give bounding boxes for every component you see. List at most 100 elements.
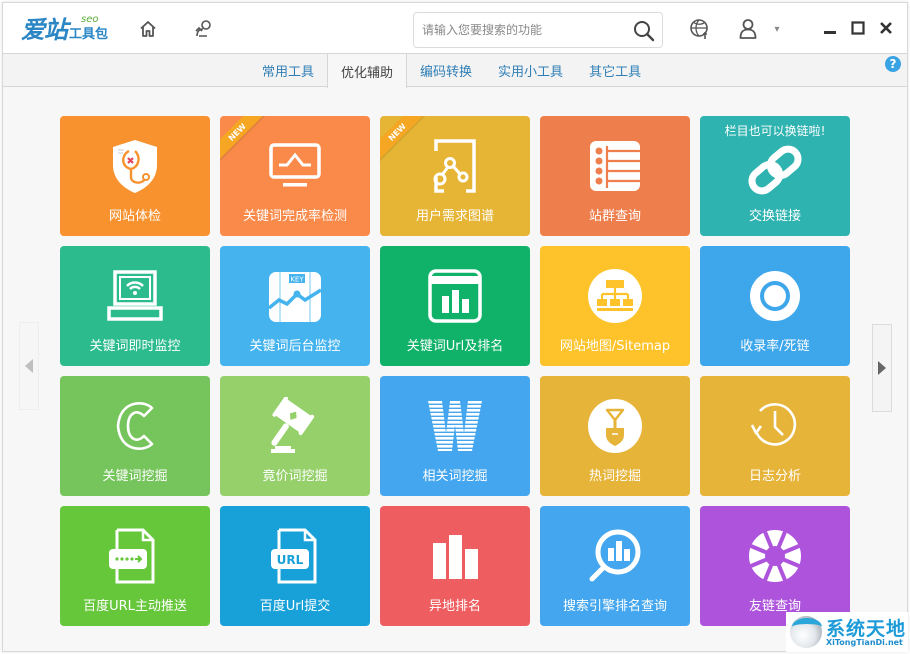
close-button[interactable] <box>875 17 897 39</box>
watermark-subtitle: XiTongTianDi.net <box>826 638 903 647</box>
striped-w-icon <box>423 394 487 458</box>
tile-label: 关键词Url及排名 <box>406 339 504 354</box>
logo-seo-text: seo <box>81 14 99 25</box>
bar-window-icon <box>423 264 487 328</box>
minimize-button[interactable] <box>819 17 841 39</box>
tile-label: 搜索引擎排名查询 <box>562 599 667 614</box>
app-window: 爱站 seo 工具包 ▾ <box>2 2 908 652</box>
tile-label: 相关词挖掘 <box>422 469 488 484</box>
chevron-right-icon <box>878 361 886 375</box>
tile-label: 交换链接 <box>748 209 801 224</box>
logo-side: seo 工具包 <box>69 15 115 45</box>
sitemap-icon <box>583 264 647 328</box>
tile-label: 日志分析 <box>748 469 801 484</box>
tile-label: 网站地图/Sitemap <box>559 339 671 354</box>
tile-label: 百度Url提交 <box>259 599 331 614</box>
tool-tile-12[interactable]: 相关词挖掘 <box>380 376 530 496</box>
basketball-icon <box>690 19 708 39</box>
bars-icon <box>423 524 487 588</box>
help-icon[interactable]: ? <box>885 56 901 72</box>
gavel-icon <box>263 394 327 458</box>
prev-page-button[interactable] <box>19 322 39 410</box>
search-button[interactable] <box>632 19 656 43</box>
tile-note: 栏目也可以换链啦! <box>724 124 826 138</box>
tool-tile-15[interactable]: 百度URL主动推送 <box>60 506 210 626</box>
graph-nodes-icon <box>423 134 487 198</box>
home-icon <box>140 21 156 37</box>
tool-tile-4[interactable]: 栏目也可以换链啦! 交换链接 <box>700 116 850 236</box>
title-bar: 爱站 seo 工具包 ▾ <box>3 3 907 54</box>
logo-sub-text: 工具包 <box>69 27 109 42</box>
tool-grid: 网站体检 关键词完成率检测 NEW 用户需求图谱 NEW 站群查询 栏目也可以换链啦! 交换链… <box>60 116 850 626</box>
maximize-button[interactable] <box>847 17 869 39</box>
user-switch-button[interactable] <box>187 13 221 45</box>
basketball-button[interactable] <box>683 13 717 45</box>
user-switch-icon <box>195 20 211 37</box>
tile-label: 收录率/死链 <box>740 339 810 354</box>
tile-label: 用户需求图谱 <box>415 209 494 224</box>
search-chart-icon <box>583 524 647 588</box>
key-trend-icon: KEY <box>263 264 327 328</box>
laptop-wifi-icon <box>103 264 167 328</box>
tab-2[interactable]: 编码转换 <box>407 54 485 87</box>
tab-0[interactable]: 常用工具 <box>249 54 327 87</box>
category-tab-bar: 常用工具 优化辅助 编码转换 实用小工具 其它工具 ? <box>3 54 907 88</box>
chain-link-icon <box>743 138 807 202</box>
tool-tile-17[interactable]: 异地排名 <box>380 506 530 626</box>
tool-tile-11[interactable]: 竟价词挖掘 <box>220 376 370 496</box>
home-button[interactable] <box>131 13 165 45</box>
tool-tile-1[interactable]: 关键词完成率检测 NEW <box>220 116 370 236</box>
minimize-icon <box>824 31 836 34</box>
tool-tile-16[interactable]: URL 百度Url提交 <box>220 506 370 626</box>
tool-tile-3[interactable]: 站群查询 <box>540 116 690 236</box>
tab-3[interactable]: 实用小工具 <box>485 54 576 87</box>
tool-tile-19[interactable]: 友链查询 <box>700 506 850 626</box>
tool-tile-9[interactable]: 收录率/死链 <box>700 246 850 366</box>
svg-text:URL: URL <box>277 553 304 567</box>
svg-text:KEY: KEY <box>290 276 304 284</box>
shovel-icon <box>583 394 647 458</box>
next-page-button[interactable] <box>872 324 892 412</box>
file-url-icon: URL <box>263 524 327 588</box>
watermark-title: 系统天地 <box>826 618 907 640</box>
tile-label: 网站体检 <box>108 209 161 224</box>
logo-main-text: 爱站 <box>21 15 68 44</box>
tile-label: 异地排名 <box>428 599 481 614</box>
tile-label: 热词挖掘 <box>588 469 641 484</box>
search-icon <box>634 21 655 42</box>
account-button[interactable] <box>731 13 765 45</box>
tool-tile-8[interactable]: 网站地图/Sitemap <box>540 246 690 366</box>
tool-tile-2[interactable]: 用户需求图谱 NEW <box>380 116 530 236</box>
account-icon <box>739 19 757 39</box>
search-input[interactable] <box>422 20 627 40</box>
app-logo: 爱站 seo 工具包 <box>21 13 115 45</box>
tool-tile-10[interactable]: 关键词挖掘 <box>60 376 210 496</box>
new-badge: NEW <box>220 116 269 164</box>
tool-tile-18[interactable]: 搜索引擎排名查询 <box>540 506 690 626</box>
clock-history-icon <box>743 394 807 458</box>
letter-c-icon <box>103 394 167 458</box>
maximize-icon <box>851 21 865 35</box>
tile-label: 关键词即时监控 <box>89 339 181 354</box>
tab-list: 常用工具 优化辅助 编码转换 实用小工具 其它工具 <box>249 54 654 88</box>
tab-4[interactable]: 其它工具 <box>576 54 654 87</box>
tool-panel: 网站体检 关键词完成率检测 NEW 用户需求图谱 NEW 站群查询 栏目也可以换链啦! 交换链… <box>3 88 907 651</box>
account-dropdown-icon[interactable]: ▾ <box>769 13 785 45</box>
tab-1[interactable]: 优化辅助 <box>327 54 408 88</box>
chevron-left-icon <box>25 359 33 373</box>
ring-icon <box>743 264 807 328</box>
tool-tile-0[interactable]: 网站体检 <box>60 116 210 236</box>
tool-tile-13[interactable]: 热词挖掘 <box>540 376 690 496</box>
tile-label: 关键词后台监控 <box>249 339 341 354</box>
shield-stethoscope-icon <box>103 134 167 198</box>
tool-tile-5[interactable]: 关键词即时监控 <box>60 246 210 366</box>
tile-label: 关键词完成率检测 <box>242 209 347 224</box>
search-box <box>413 12 663 48</box>
file-push-icon <box>103 524 167 588</box>
tool-tile-6[interactable]: KEY 关键词后台监控 <box>220 246 370 366</box>
watermark: 系统天地 XiTongTianDi.net <box>786 612 908 652</box>
close-icon <box>880 22 892 34</box>
tool-tile-7[interactable]: 关键词Url及排名 <box>380 246 530 366</box>
monitor-pulse-icon <box>263 134 327 198</box>
tool-tile-14[interactable]: 日志分析 <box>700 376 850 496</box>
